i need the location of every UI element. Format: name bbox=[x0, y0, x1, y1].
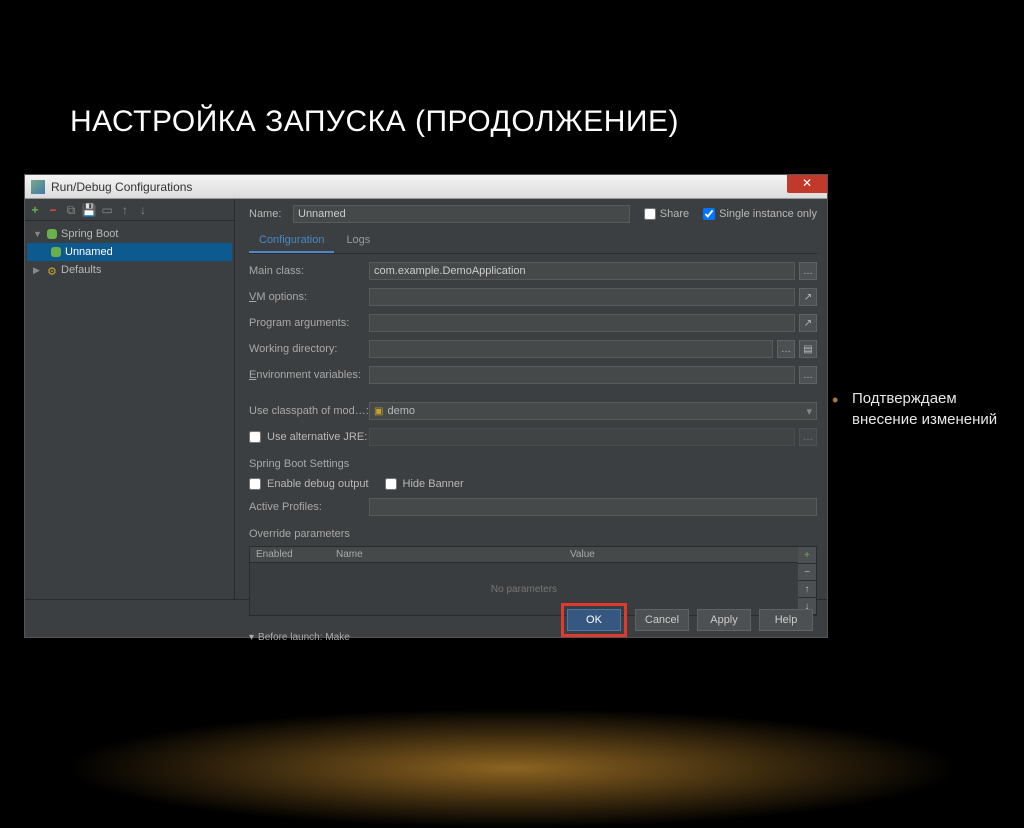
table-empty-text: No parameters bbox=[250, 563, 798, 615]
config-sidebar: + − ⧉ 💾 ▭ ↑ ↓ ▼ Spring Boot Unnamed bbox=[25, 199, 235, 599]
ok-button[interactable]: OK bbox=[567, 609, 621, 631]
cancel-button[interactable]: Cancel bbox=[635, 609, 689, 631]
tree-node-label: Spring Boot bbox=[61, 228, 118, 240]
decorative-glow bbox=[62, 708, 962, 828]
hide-banner-checkbox[interactable]: Hide Banner bbox=[385, 478, 464, 490]
slide-title: НАСТРОЙКА ЗАПУСКА (ПРОДОЛЖЕНИЕ) bbox=[70, 105, 679, 139]
folder-icon: ▣ bbox=[374, 406, 383, 417]
before-launch-section[interactable]: ▾ Before launch: Make bbox=[249, 632, 817, 643]
enable-debug-checkbox[interactable]: Enable debug output bbox=[249, 478, 369, 490]
slide-bullet: • Подтверждаем внесение изменений bbox=[852, 388, 1012, 430]
chevron-down-icon: ▾ bbox=[249, 632, 254, 643]
titlebar[interactable]: Run/Debug Configurations ✕ bbox=[25, 175, 827, 199]
config-tree[interactable]: ▼ Spring Boot Unnamed ▶ ⚙ Defaults bbox=[25, 221, 234, 599]
browse-working-dir-button[interactable]: … bbox=[777, 340, 795, 358]
spring-boot-icon bbox=[51, 247, 61, 257]
vm-options-label: VM options: bbox=[249, 291, 369, 303]
override-params-label: Override parameters bbox=[249, 528, 817, 540]
classpath-module-select[interactable]: ▣ demo ▾ bbox=[369, 402, 817, 420]
tree-node-spring-boot[interactable]: ▼ Spring Boot bbox=[27, 225, 232, 243]
copy-config-icon[interactable]: ⧉ bbox=[65, 204, 77, 216]
expand-arrow-icon[interactable]: ▶ bbox=[33, 265, 43, 276]
chevron-down-icon: ▾ bbox=[806, 405, 812, 418]
browse-jre-button: … bbox=[799, 428, 817, 446]
env-vars-label: Environment variables: bbox=[249, 369, 369, 381]
move-up-icon[interactable]: ↑ bbox=[119, 204, 131, 216]
tree-node-unnamed[interactable]: Unnamed bbox=[27, 243, 232, 261]
tab-logs[interactable]: Logs bbox=[336, 231, 380, 253]
spring-boot-icon bbox=[47, 229, 57, 239]
save-config-icon[interactable]: 💾 bbox=[83, 204, 95, 216]
edit-env-vars-button[interactable]: … bbox=[799, 366, 817, 384]
active-profiles-input[interactable] bbox=[369, 498, 817, 516]
add-config-icon[interactable]: + bbox=[29, 204, 41, 216]
alt-jre-checkbox[interactable]: Use alternative JRE: bbox=[249, 431, 369, 443]
col-value: Value bbox=[564, 547, 798, 562]
col-name: Name bbox=[330, 547, 564, 562]
tree-node-label: Unnamed bbox=[65, 246, 113, 258]
program-args-label: Program arguments: bbox=[249, 317, 369, 329]
tree-node-defaults[interactable]: ▶ ⚙ Defaults bbox=[27, 261, 232, 279]
name-input[interactable] bbox=[293, 205, 630, 223]
param-up-icon[interactable]: ↑ bbox=[798, 581, 816, 598]
move-down-icon[interactable]: ↓ bbox=[137, 204, 149, 216]
name-label: Name: bbox=[249, 208, 285, 220]
tab-configuration[interactable]: Configuration bbox=[249, 231, 334, 253]
classpath-label: Use classpath of mod…: bbox=[249, 405, 369, 417]
remove-param-icon[interactable]: − bbox=[798, 564, 816, 581]
close-button[interactable]: ✕ bbox=[787, 175, 827, 193]
bullet-dot-icon: • bbox=[832, 388, 838, 413]
expand-arrow-icon[interactable]: ▼ bbox=[33, 229, 43, 239]
vm-options-input[interactable] bbox=[369, 288, 795, 306]
spring-settings-label: Spring Boot Settings bbox=[249, 458, 817, 470]
apply-button[interactable]: Apply bbox=[697, 609, 751, 631]
override-params-table: Enabled Name Value No parameters + − ↑ ↓ bbox=[249, 546, 817, 616]
col-enabled: Enabled bbox=[250, 547, 330, 562]
ok-button-highlight: OK bbox=[561, 603, 627, 637]
window-title: Run/Debug Configurations bbox=[51, 180, 192, 194]
sidebar-toolbar: + − ⧉ 💾 ▭ ↑ ↓ bbox=[25, 199, 234, 221]
help-button[interactable]: Help bbox=[759, 609, 813, 631]
active-profiles-label: Active Profiles: bbox=[249, 501, 369, 513]
add-param-icon[interactable]: + bbox=[798, 547, 816, 564]
folder-config-icon[interactable]: ▭ bbox=[101, 204, 113, 216]
alt-jre-input bbox=[369, 428, 795, 446]
config-tabs: Configuration Logs bbox=[249, 231, 817, 254]
run-debug-config-dialog: Run/Debug Configurations ✕ + − ⧉ 💾 ▭ ↑ ↓… bbox=[24, 174, 828, 638]
single-instance-checkbox[interactable]: Single instance only bbox=[703, 208, 817, 220]
app-icon bbox=[31, 180, 45, 194]
config-panel: Name: Share Single instance only Configu… bbox=[235, 199, 827, 599]
expand-program-args-button[interactable]: ↗ bbox=[799, 314, 817, 332]
remove-config-icon[interactable]: − bbox=[47, 204, 59, 216]
env-vars-input[interactable] bbox=[369, 366, 795, 384]
tree-node-label: Defaults bbox=[61, 264, 101, 276]
expand-vm-options-button[interactable]: ↗ bbox=[799, 288, 817, 306]
working-dir-input[interactable] bbox=[369, 340, 773, 358]
program-args-input[interactable] bbox=[369, 314, 795, 332]
bullet-text: Подтверждаем внесение изменений bbox=[852, 390, 997, 428]
list-working-dir-button[interactable]: ▤ bbox=[799, 340, 817, 358]
working-dir-label: Working directory: bbox=[249, 343, 369, 355]
main-class-label: Main class: bbox=[249, 265, 369, 277]
main-class-input[interactable] bbox=[369, 262, 795, 280]
share-checkbox[interactable]: Share bbox=[644, 208, 689, 220]
gear-icon: ⚙ bbox=[47, 265, 57, 275]
browse-main-class-button[interactable]: … bbox=[799, 262, 817, 280]
